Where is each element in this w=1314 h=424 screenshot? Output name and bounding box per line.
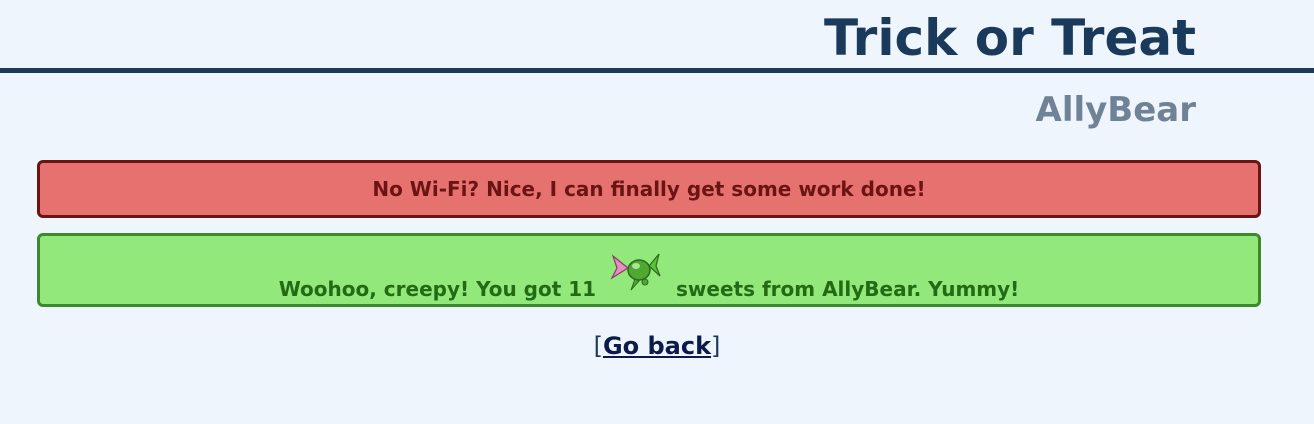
success-message-suffix: sweets from AllyBear. Yummy! <box>676 277 1020 301</box>
error-message-text: No Wi-Fi? Nice, I can finally get some w… <box>372 177 926 201</box>
candy-icon <box>610 253 661 291</box>
back-nav: [Go back] <box>0 332 1314 360</box>
bracket-close: ] <box>711 332 721 360</box>
page-header: Trick or Treat <box>0 0 1314 74</box>
success-message-banner: Woohoo, creepy! You got 11 sweets from A… <box>37 233 1261 307</box>
page-title: Trick or Treat <box>824 9 1196 67</box>
username-heading: AllyBear <box>1035 90 1196 130</box>
header-divider <box>0 68 1314 73</box>
error-message-banner: No Wi-Fi? Nice, I can finally get some w… <box>37 160 1261 218</box>
bracket-open: [ <box>593 332 603 360</box>
go-back-link[interactable]: Go back <box>603 332 711 360</box>
success-message-prefix: Woohoo, creepy! You got 11 <box>278 277 597 301</box>
